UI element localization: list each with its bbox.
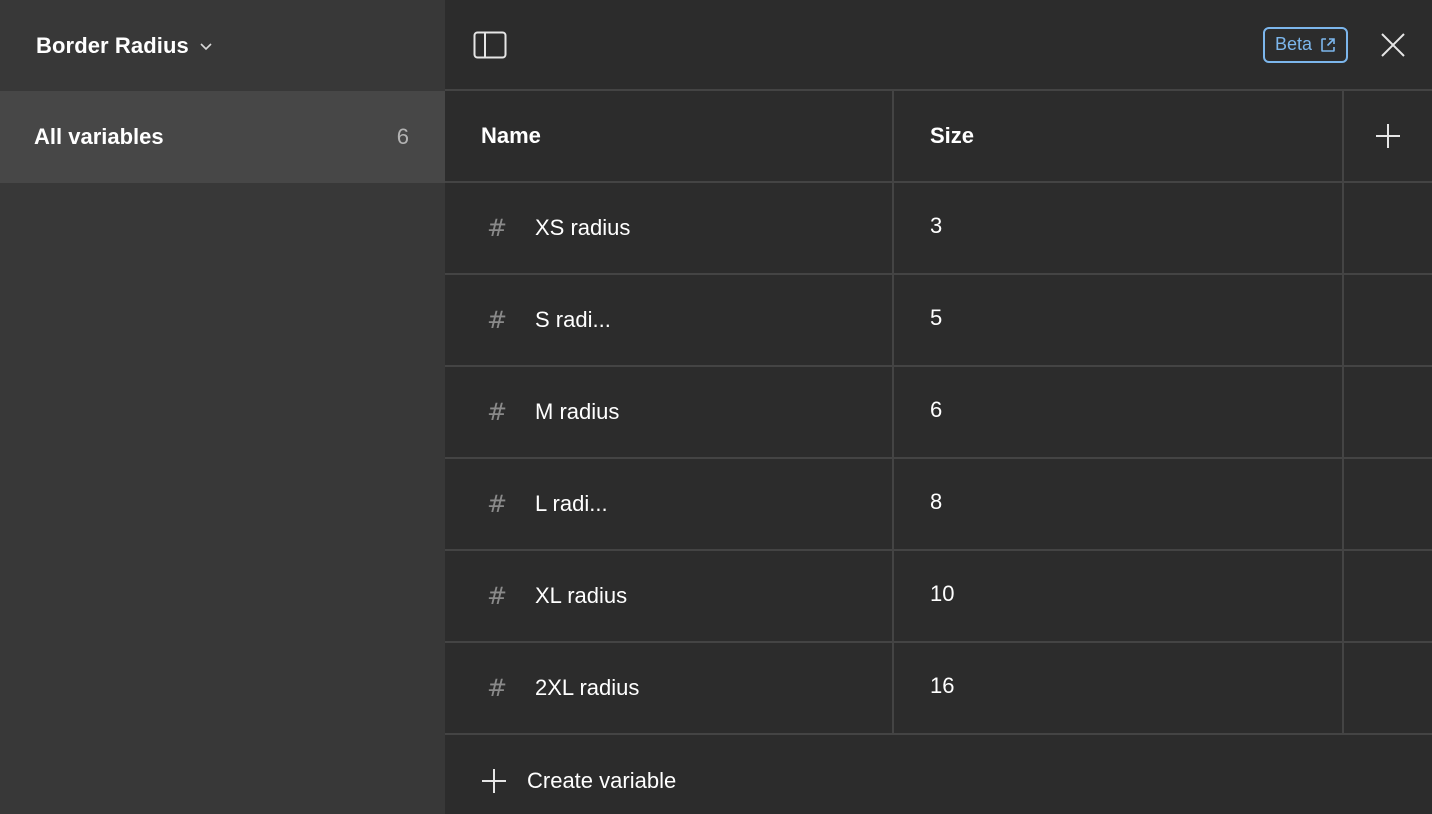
- topbar-actions: Beta: [1262, 26, 1406, 63]
- plus-icon: [482, 769, 506, 793]
- empty-cell: [1344, 367, 1432, 457]
- beta-label: Beta: [1274, 34, 1312, 54]
- empty-cell: [1344, 643, 1432, 733]
- variable-name: S radi...: [535, 307, 611, 332]
- sidebar-header: Border Radius: [0, 0, 445, 91]
- number-variable-icon: #: [486, 582, 508, 610]
- variable-value: 16: [930, 673, 955, 698]
- variable-name: 2XL radius: [535, 675, 640, 700]
- variable-name-cell[interactable]: # 2XL radius: [445, 643, 894, 733]
- variable-name: XL radius: [535, 583, 628, 608]
- number-variable-icon: #: [486, 306, 508, 334]
- sidebar-toggle-icon: [473, 31, 507, 58]
- variable-value-cell[interactable]: 5: [894, 275, 1344, 365]
- beta-badge[interactable]: Beta: [1262, 26, 1348, 63]
- number-variable-icon: #: [486, 398, 508, 426]
- collection-dropdown[interactable]: Border Radius: [36, 33, 213, 59]
- variable-name-cell[interactable]: # M radius: [445, 367, 894, 457]
- number-variable-icon: #: [486, 674, 508, 702]
- variable-value-cell[interactable]: 3: [894, 183, 1344, 273]
- table-row[interactable]: # S radi... 5: [445, 275, 1432, 367]
- variable-name-cell[interactable]: # XS radius: [445, 183, 894, 273]
- close-icon[interactable]: [1380, 32, 1406, 58]
- main-panel: Beta Name Size # XS radius 3 # S radi...…: [445, 0, 1432, 814]
- table-row[interactable]: # M radius 6: [445, 367, 1432, 459]
- number-variable-icon: #: [486, 490, 508, 518]
- collection-title: Border Radius: [36, 32, 189, 58]
- column-header-name-label: Name: [481, 123, 541, 148]
- column-header-size[interactable]: Size: [894, 91, 1344, 181]
- variable-name: L radi...: [535, 491, 608, 516]
- empty-cell: [1344, 551, 1432, 641]
- sidebar-item-all-variables[interactable]: All variables 6: [0, 91, 445, 183]
- table-row[interactable]: # 2XL radius 16: [445, 643, 1432, 735]
- table-row[interactable]: # XS radius 3: [445, 183, 1432, 275]
- table-row[interactable]: # L radi... 8: [445, 459, 1432, 551]
- number-variable-icon: #: [486, 214, 508, 242]
- variable-value: 8: [930, 489, 943, 514]
- add-mode-button[interactable]: [1344, 91, 1432, 181]
- variable-name-cell[interactable]: # S radi...: [445, 275, 894, 365]
- variable-value: 6: [930, 397, 943, 422]
- variable-name-cell[interactable]: # L radi...: [445, 459, 894, 549]
- variable-value: 3: [930, 213, 943, 238]
- variable-name: M radius: [535, 399, 620, 424]
- table-row[interactable]: # XL radius 10: [445, 551, 1432, 643]
- sidebar: Border Radius All variables 6: [0, 0, 445, 814]
- empty-cell: [1344, 275, 1432, 365]
- create-variable-button[interactable]: Create variable: [445, 735, 1432, 814]
- sidebar-item-label: All variables: [34, 124, 164, 149]
- variable-value: 10: [930, 581, 955, 606]
- variable-name-cell[interactable]: # XL radius: [445, 551, 894, 641]
- variables-modal: Border Radius All variables 6 Beta Name …: [0, 0, 1432, 814]
- variable-value-cell[interactable]: 6: [894, 367, 1344, 457]
- column-header-size-label: Size: [930, 123, 975, 148]
- column-header-name[interactable]: Name: [445, 91, 894, 181]
- table-header-row: Name Size: [445, 91, 1432, 183]
- empty-cell: [1344, 183, 1432, 273]
- sidebar-item-count: 6: [396, 124, 409, 149]
- plus-icon: [1376, 124, 1400, 148]
- variables-table: Name Size # XS radius 3 # S radi... 5 # …: [445, 91, 1432, 814]
- topbar: Beta: [445, 0, 1432, 91]
- variable-name: XS radius: [535, 215, 631, 240]
- sidebar-toggle-button[interactable]: [473, 31, 507, 59]
- create-variable-label: Create variable: [527, 768, 677, 793]
- variable-value-cell[interactable]: 16: [894, 643, 1344, 733]
- variable-value-cell[interactable]: 10: [894, 551, 1344, 641]
- variable-value: 5: [930, 305, 943, 330]
- external-link-icon: [1321, 37, 1335, 52]
- variable-value-cell[interactable]: 8: [894, 459, 1344, 549]
- empty-cell: [1344, 459, 1432, 549]
- chevron-down-icon: [200, 42, 212, 50]
